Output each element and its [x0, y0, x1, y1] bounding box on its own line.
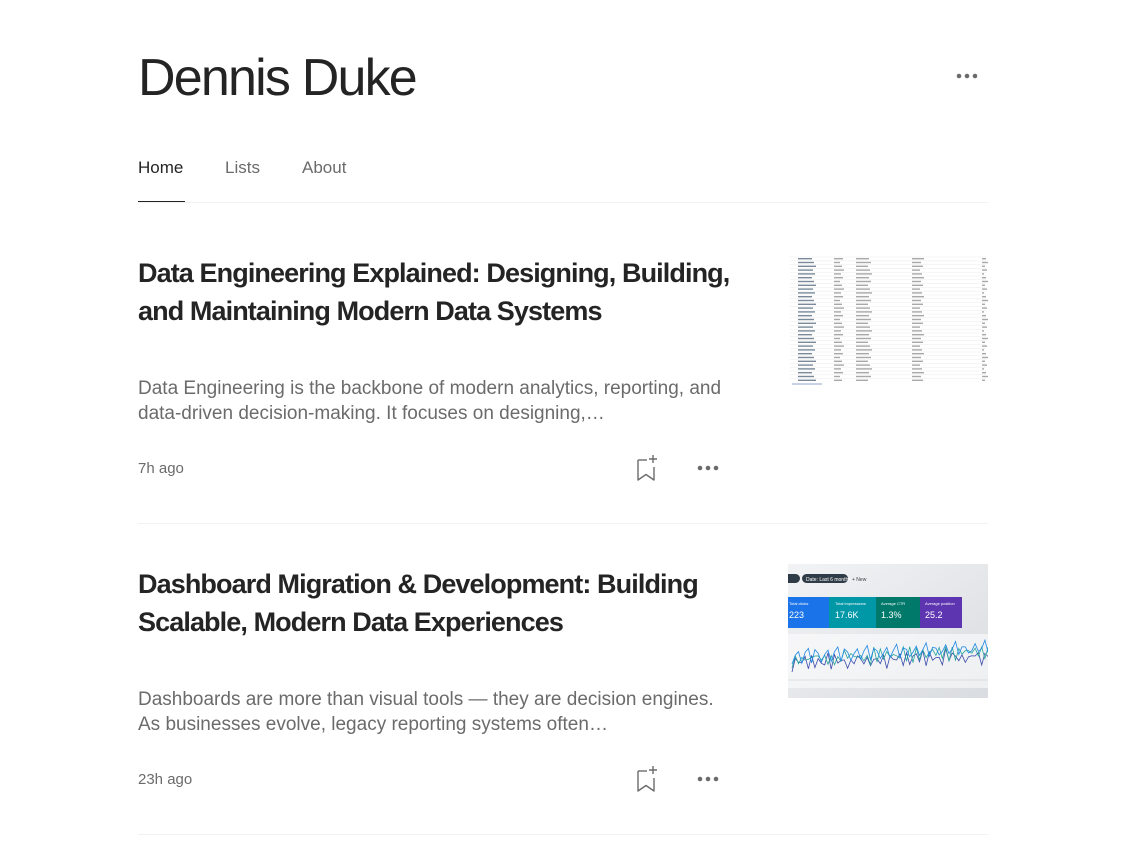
- svg-text:17.6K: 17.6K: [835, 610, 859, 620]
- svg-text:Average position: Average position: [925, 601, 955, 606]
- svg-text:Average CTR: Average CTR: [881, 601, 905, 606]
- svg-text:1.3%: 1.3%: [881, 610, 902, 620]
- more-horizontal-icon: [697, 465, 719, 471]
- svg-text:25.2: 25.2: [925, 610, 943, 620]
- bookmark-add-icon: [637, 455, 657, 481]
- thumb-chip-date: Date: Last 6 months: [806, 577, 851, 583]
- article-time: 23h ago: [138, 771, 193, 788]
- active-tab-indicator: [138, 201, 185, 202]
- bookmark-add-icon: [637, 766, 657, 792]
- article-divider: [138, 834, 988, 835]
- analytics-dashboard-thumbnail-image: Date: Last 6 months + New Total clicks T…: [788, 564, 988, 698]
- tab-lists[interactable]: Lists: [225, 158, 260, 178]
- tab-about[interactable]: About: [302, 158, 346, 178]
- profile-nav: Home Lists About: [138, 150, 988, 203]
- article-title[interactable]: Data Engineering Explained: Designing, B…: [138, 254, 738, 330]
- spreadsheet-thumbnail-image: [788, 253, 988, 387]
- more-horizontal-icon: [956, 73, 978, 79]
- more-horizontal-icon: [697, 776, 719, 782]
- article-divider: [138, 523, 988, 524]
- article-more-button[interactable]: [696, 456, 720, 480]
- save-button[interactable]: [636, 454, 660, 482]
- thumb-chip-new: + New: [852, 577, 867, 583]
- article-excerpt[interactable]: Dashboards are more than visual tools — …: [138, 687, 728, 737]
- save-button[interactable]: [636, 765, 660, 793]
- svg-text:Total impressions: Total impressions: [835, 601, 866, 606]
- svg-text:Total clicks: Total clicks: [789, 601, 808, 606]
- article-excerpt[interactable]: Data Engineering is the backbone of mode…: [138, 376, 728, 426]
- article-thumbnail[interactable]: Date: Last 6 months + New Total clicks T…: [788, 564, 988, 698]
- svg-text:223: 223: [789, 610, 804, 620]
- article-card: Data Engineering Explained: Designing, B…: [138, 253, 988, 494]
- tab-home[interactable]: Home: [138, 158, 183, 178]
- profile-name: Dennis Duke: [138, 49, 418, 107]
- article-card: Dashboard Migration & Development: Build…: [138, 564, 988, 805]
- article-time: 7h ago: [138, 460, 184, 477]
- article-title[interactable]: Dashboard Migration & Development: Build…: [138, 565, 738, 641]
- article-thumbnail[interactable]: [788, 253, 988, 387]
- profile-more-button[interactable]: [954, 64, 980, 88]
- article-more-button[interactable]: [696, 767, 720, 791]
